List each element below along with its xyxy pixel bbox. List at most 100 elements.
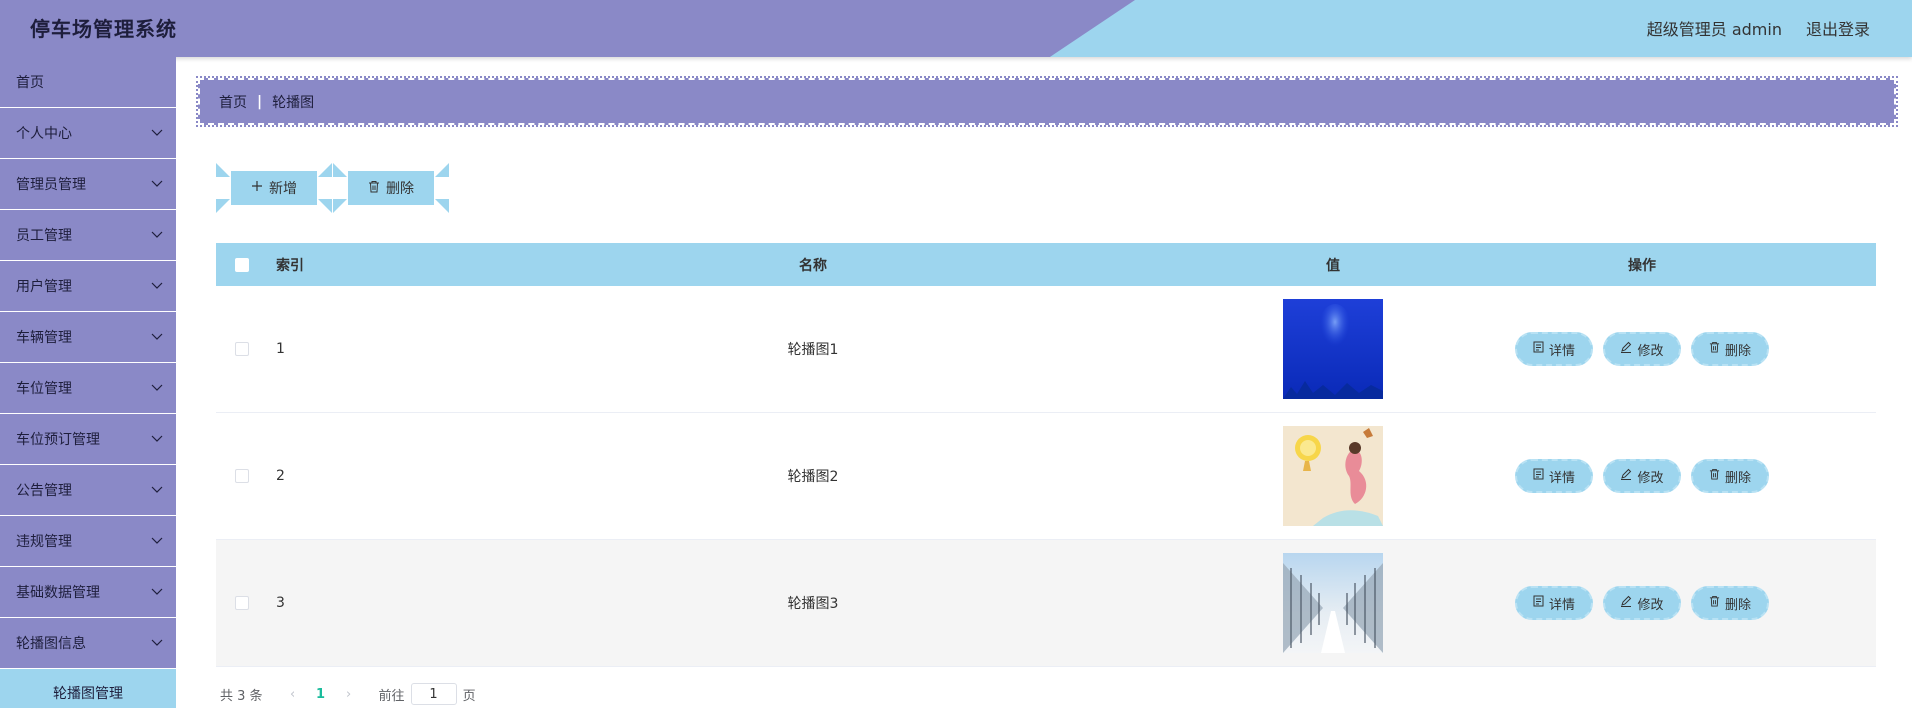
row-index: 1 [276,341,285,357]
row-actions: 详情 修改 删除 [1408,459,1876,493]
detail-button-label: 详情 [1548,343,1575,359]
delete-button-label: 删除 [1724,597,1751,613]
column-header-name: 名称 [799,257,827,274]
sidebar-item-label: 车辆管理 [16,330,72,346]
sidebar-item-label: 首页 [16,75,44,91]
row-value-cell [1258,426,1408,526]
select-all-checkbox[interactable] [235,257,249,272]
column-header-actions: 操作 [1628,257,1656,274]
table-row: 2 轮播图2 详情 修改 删除 [216,413,1876,540]
pencil-icon [1620,341,1632,357]
sidebar-item-notices[interactable]: 公告管理 [0,465,176,516]
pagination-total: 共 3 条 [220,688,263,704]
goto-page-input[interactable] [410,683,457,705]
detail-button-label: 详情 [1548,470,1575,486]
table-row: 1 轮播图1 详情 修改 删除 [216,286,1876,413]
sidebar-subitem-carousel-manage[interactable]: 轮播图管理 [0,669,176,708]
goto-label: 前往 [378,688,405,704]
add-button-label: 新增 [269,181,297,197]
snowy-trees-image[interactable] [1283,553,1383,653]
sidebar-item-label: 车位预订管理 [16,432,100,448]
illustration-image[interactable] [1283,426,1383,526]
trash-icon [1709,595,1720,611]
row-delete-button[interactable]: 删除 [1691,586,1769,620]
detail-button[interactable]: 详情 [1515,459,1593,493]
select-all-cell [216,257,268,272]
button-corner-decor [435,199,449,213]
blue-abstract-image[interactable] [1283,299,1383,399]
plus-icon [251,180,263,196]
sidebar-item-label: 违规管理 [16,534,72,550]
row-checkbox[interactable] [235,469,249,483]
column-header-value: 值 [1326,257,1340,274]
sidebar-item-admins[interactable]: 管理员管理 [0,159,176,210]
sidebar-item-users[interactable]: 用户管理 [0,261,176,312]
trash-icon [1709,468,1720,484]
trash-icon [368,180,380,197]
button-corner-decor [333,199,347,213]
sidebar-item-vehicles[interactable]: 车辆管理 [0,312,176,363]
sidebar-item-carousel[interactable]: 轮播图信息 [0,618,176,669]
pencil-icon [1620,468,1632,484]
edit-button[interactable]: 修改 [1603,459,1681,493]
row-select-cell [216,596,268,610]
sidebar-item-staff[interactable]: 员工管理 [0,210,176,261]
edit-button[interactable]: 修改 [1603,332,1681,366]
carousel-table: 索引 名称 值 操作 1 轮播图1 详情 修改 删除 2 轮播图2 详情 修改 … [216,243,1876,667]
sidebar-item-label: 管理员管理 [16,177,86,193]
add-button[interactable]: 新增 [231,171,317,205]
logout-link[interactable]: 退出登录 [1806,16,1870,40]
chevron-right-icon[interactable]: › [335,687,363,702]
chevron-down-icon [150,330,164,344]
column-header-index: 索引 [276,257,304,274]
chevron-down-icon [150,279,164,293]
sidebar-item-violations[interactable]: 违规管理 [0,516,176,567]
detail-button[interactable]: 详情 [1515,586,1593,620]
document-icon [1533,595,1544,611]
page-suffix: 页 [462,688,476,704]
edit-button[interactable]: 修改 [1603,586,1681,620]
sidebar-item-basic-data[interactable]: 基础数据管理 [0,567,176,618]
button-corner-decor [333,163,347,177]
breadcrumb: 首页 | 轮播图 [196,76,1898,127]
row-checkbox[interactable] [235,596,249,610]
edit-button-label: 修改 [1637,597,1664,613]
sidebar-item-label: 车位管理 [16,381,72,397]
sidebar-item-label: 公告管理 [16,483,72,499]
row-actions: 详情 修改 删除 [1408,332,1876,366]
delete-button-label: 删除 [1724,343,1751,359]
breadcrumb-home[interactable]: 首页 [219,92,247,112]
row-actions: 详情 修改 删除 [1408,586,1876,620]
document-icon [1533,468,1544,484]
row-name: 轮播图2 [787,469,839,485]
delete-button-label: 删除 [386,181,414,197]
row-name: 轮播图3 [787,596,839,612]
chevron-up-icon [150,636,164,650]
row-name: 轮播图1 [787,342,839,358]
row-delete-button[interactable]: 删除 [1691,332,1769,366]
sidebar-item-label: 用户管理 [16,279,72,295]
app-title: 停车场管理系统 [30,17,177,41]
sidebar-item-label: 轮播图信息 [16,636,86,652]
chevron-left-icon[interactable]: ‹ [279,687,307,702]
sidebar-item-home[interactable]: 首页 [0,57,176,108]
sidebar-item-spaces[interactable]: 车位管理 [0,363,176,414]
button-corner-decor [318,163,332,177]
sidebar-item-profile[interactable]: 个人中心 [0,108,176,159]
row-checkbox[interactable] [235,342,249,356]
detail-button[interactable]: 详情 [1515,332,1593,366]
sidebar-item-label: 基础数据管理 [16,585,100,601]
pencil-icon [1620,595,1632,611]
row-index: 3 [276,595,285,611]
chevron-down-icon [150,432,164,446]
sidebar-item-reservations[interactable]: 车位预订管理 [0,414,176,465]
delete-button[interactable]: 删除 [348,171,434,205]
chevron-down-icon [150,126,164,140]
button-corner-decor [216,163,230,177]
button-corner-decor [216,199,230,213]
chevron-down-icon [150,483,164,497]
chevron-down-icon [150,381,164,395]
row-delete-button[interactable]: 删除 [1691,459,1769,493]
table-row: 3 轮播图3 详情 修改 删除 [216,540,1876,667]
page-number[interactable]: 1 [307,687,335,702]
